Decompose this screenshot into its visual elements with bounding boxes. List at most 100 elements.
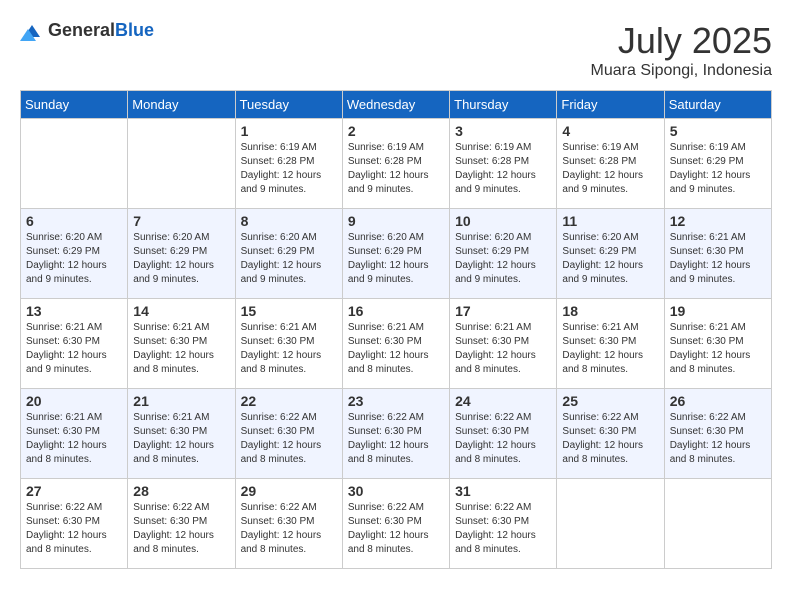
day-number: 31 xyxy=(455,483,551,499)
day-info: Sunrise: 6:20 AM Sunset: 6:29 PM Dayligh… xyxy=(562,231,658,287)
col-header-tuesday: Tuesday xyxy=(235,91,342,119)
day-number: 24 xyxy=(455,393,551,409)
logo: GeneralBlue xyxy=(20,20,154,41)
day-cell: 23 Sunrise: 6:22 AM Sunset: 6:30 PM Dayli… xyxy=(342,389,449,479)
day-number: 18 xyxy=(562,303,658,319)
week-row-5: 27 Sunrise: 6:22 AM Sunset: 6:30 PM Dayli… xyxy=(21,479,772,569)
day-cell: 7 Sunrise: 6:20 AM Sunset: 6:29 PM Daylig… xyxy=(128,209,235,299)
day-cell: 22 Sunrise: 6:22 AM Sunset: 6:30 PM Dayli… xyxy=(235,389,342,479)
col-header-thursday: Thursday xyxy=(450,91,557,119)
logo-blue: Blue xyxy=(115,20,154,40)
day-cell xyxy=(21,119,128,209)
day-info: Sunrise: 6:19 AM Sunset: 6:28 PM Dayligh… xyxy=(455,141,551,197)
day-cell: 14Sunrise: 6:21 AM Sunset: 6:30 PM Dayli… xyxy=(128,299,235,389)
day-info: Sunrise: 6:20 AM Sunset: 6:29 PM Dayligh… xyxy=(455,231,551,287)
header-row: SundayMondayTuesdayWednesdayThursdayFrid… xyxy=(21,91,772,119)
day-cell: 20 Sunrise: 6:21 AM Sunset: 6:30 PM Dayli… xyxy=(21,389,128,479)
logo-general: General xyxy=(48,20,115,40)
day-number: 8 xyxy=(241,213,337,229)
day-info: Sunrise: 6:20 AM Sunset: 6:29 PM Dayligh… xyxy=(348,231,444,287)
day-cell: 30 Sunrise: 6:22 AM Sunset: 6:30 PM Dayli… xyxy=(342,479,449,569)
day-info: Sunrise: 6:21 AM Sunset: 6:30 PM Dayligh… xyxy=(241,321,337,377)
day-info: Sunrise: 6:22 AM Sunset: 6:30 PM Dayligh… xyxy=(455,411,551,467)
col-header-wednesday: Wednesday xyxy=(342,91,449,119)
day-number: 28 xyxy=(133,483,229,499)
day-number: 23 xyxy=(348,393,444,409)
col-header-saturday: Saturday xyxy=(664,91,771,119)
day-number: 22 xyxy=(241,393,337,409)
week-row-2: 6Sunrise: 6:20 AM Sunset: 6:29 PM Daylig… xyxy=(21,209,772,299)
day-info: Sunrise: 6:22 AM Sunset: 6:30 PM Dayligh… xyxy=(348,501,444,557)
day-number: 3 xyxy=(455,123,551,139)
day-number: 19 xyxy=(670,303,766,319)
day-info: Sunrise: 6:22 AM Sunset: 6:30 PM Dayligh… xyxy=(241,411,337,467)
day-info: Sunrise: 6:21 AM Sunset: 6:30 PM Dayligh… xyxy=(562,321,658,377)
day-info: Sunrise: 6:21 AM Sunset: 6:30 PM Dayligh… xyxy=(133,411,229,467)
day-info: Sunrise: 6:19 AM Sunset: 6:28 PM Dayligh… xyxy=(241,141,337,197)
day-number: 13 xyxy=(26,303,122,319)
day-number: 26 xyxy=(670,393,766,409)
day-cell: 27 Sunrise: 6:22 AM Sunset: 6:30 PM Dayli… xyxy=(21,479,128,569)
day-cell: 6Sunrise: 6:20 AM Sunset: 6:29 PM Daylig… xyxy=(21,209,128,299)
day-number: 20 xyxy=(26,393,122,409)
day-cell: 26 Sunrise: 6:22 AM Sunset: 6:30 PM Dayli… xyxy=(664,389,771,479)
day-cell: 1 Sunrise: 6:19 AM Sunset: 6:28 PM Daylig… xyxy=(235,119,342,209)
day-info: Sunrise: 6:22 AM Sunset: 6:30 PM Dayligh… xyxy=(670,411,766,467)
day-cell: 21 Sunrise: 6:21 AM Sunset: 6:30 PM Dayli… xyxy=(128,389,235,479)
day-cell: 4Sunrise: 6:19 AM Sunset: 6:28 PM Daylig… xyxy=(557,119,664,209)
day-cell: 10 Sunrise: 6:20 AM Sunset: 6:29 PM Dayli… xyxy=(450,209,557,299)
col-header-sunday: Sunday xyxy=(21,91,128,119)
calendar-table: SundayMondayTuesdayWednesdayThursdayFrid… xyxy=(20,90,772,569)
day-number: 5 xyxy=(670,123,766,139)
location: Muara Sipongi, Indonesia xyxy=(591,62,772,80)
day-info: Sunrise: 6:21 AM Sunset: 6:30 PM Dayligh… xyxy=(26,411,122,467)
day-cell: 31Sunrise: 6:22 AM Sunset: 6:30 PM Dayli… xyxy=(450,479,557,569)
week-row-1: 1 Sunrise: 6:19 AM Sunset: 6:28 PM Daylig… xyxy=(21,119,772,209)
day-info: Sunrise: 6:21 AM Sunset: 6:30 PM Dayligh… xyxy=(670,321,766,377)
day-cell: 11 Sunrise: 6:20 AM Sunset: 6:29 PM Dayli… xyxy=(557,209,664,299)
day-cell: 8 Sunrise: 6:20 AM Sunset: 6:29 PM Daylig… xyxy=(235,209,342,299)
day-number: 14 xyxy=(133,303,229,319)
day-info: Sunrise: 6:21 AM Sunset: 6:30 PM Dayligh… xyxy=(670,231,766,287)
day-cell: 13 Sunrise: 6:21 AM Sunset: 6:30 PM Dayli… xyxy=(21,299,128,389)
day-number: 9 xyxy=(348,213,444,229)
day-number: 1 xyxy=(241,123,337,139)
day-info: Sunrise: 6:19 AM Sunset: 6:29 PM Dayligh… xyxy=(670,141,766,197)
day-number: 11 xyxy=(562,213,658,229)
day-cell: 19 Sunrise: 6:21 AM Sunset: 6:30 PM Dayli… xyxy=(664,299,771,389)
day-info: Sunrise: 6:22 AM Sunset: 6:30 PM Dayligh… xyxy=(562,411,658,467)
logo-icon xyxy=(20,21,44,41)
day-cell: 16Sunrise: 6:21 AM Sunset: 6:30 PM Dayli… xyxy=(342,299,449,389)
day-number: 27 xyxy=(26,483,122,499)
day-cell: 9 Sunrise: 6:20 AM Sunset: 6:29 PM Daylig… xyxy=(342,209,449,299)
day-number: 4 xyxy=(562,123,658,139)
day-info: Sunrise: 6:22 AM Sunset: 6:30 PM Dayligh… xyxy=(26,501,122,557)
day-number: 16 xyxy=(348,303,444,319)
day-number: 30 xyxy=(348,483,444,499)
day-number: 29 xyxy=(241,483,337,499)
day-info: Sunrise: 6:20 AM Sunset: 6:29 PM Dayligh… xyxy=(133,231,229,287)
day-info: Sunrise: 6:22 AM Sunset: 6:30 PM Dayligh… xyxy=(348,411,444,467)
day-number: 12 xyxy=(670,213,766,229)
day-number: 21 xyxy=(133,393,229,409)
col-header-monday: Monday xyxy=(128,91,235,119)
day-number: 17 xyxy=(455,303,551,319)
day-info: Sunrise: 6:22 AM Sunset: 6:30 PM Dayligh… xyxy=(133,501,229,557)
day-number: 25 xyxy=(562,393,658,409)
day-cell: 3 Sunrise: 6:19 AM Sunset: 6:28 PM Daylig… xyxy=(450,119,557,209)
week-row-4: 20 Sunrise: 6:21 AM Sunset: 6:30 PM Dayli… xyxy=(21,389,772,479)
day-cell: 15 Sunrise: 6:21 AM Sunset: 6:30 PM Dayli… xyxy=(235,299,342,389)
day-info: Sunrise: 6:21 AM Sunset: 6:30 PM Dayligh… xyxy=(455,321,551,377)
day-number: 7 xyxy=(133,213,229,229)
day-info: Sunrise: 6:20 AM Sunset: 6:29 PM Dayligh… xyxy=(241,231,337,287)
day-number: 10 xyxy=(455,213,551,229)
day-cell: 25 Sunrise: 6:22 AM Sunset: 6:30 PM Dayli… xyxy=(557,389,664,479)
day-info: Sunrise: 6:21 AM Sunset: 6:30 PM Dayligh… xyxy=(26,321,122,377)
page-header: GeneralBlue July 2025 Muara Sipongi, Ind… xyxy=(20,20,772,80)
day-cell xyxy=(664,479,771,569)
day-cell: 2Sunrise: 6:19 AM Sunset: 6:28 PM Daylig… xyxy=(342,119,449,209)
day-cell: 17 Sunrise: 6:21 AM Sunset: 6:30 PM Dayli… xyxy=(450,299,557,389)
week-row-3: 13 Sunrise: 6:21 AM Sunset: 6:30 PM Dayli… xyxy=(21,299,772,389)
day-cell: 18 Sunrise: 6:21 AM Sunset: 6:30 PM Dayli… xyxy=(557,299,664,389)
day-number: 15 xyxy=(241,303,337,319)
